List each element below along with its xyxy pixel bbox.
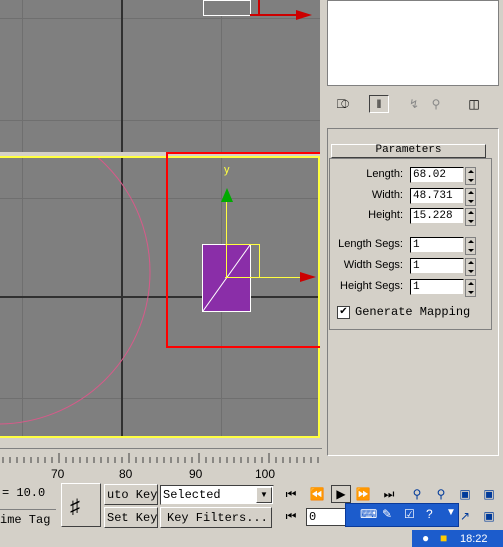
height-segs-field[interactable]: 1 (410, 279, 464, 295)
width-segs-label: Width Segs: (343, 259, 403, 271)
command-panel: ⎄ ‖ ↯ ⚲ ◫ Parameters Length: 68.02 Width… (320, 0, 503, 460)
language-bar: ⌨ ✎ ☑ ? ▼ (345, 503, 459, 527)
zoom-all-icon[interactable]: ⚲ (432, 486, 450, 502)
height-segs-spinner[interactable] (465, 279, 476, 297)
auto-key-label: uto Key (107, 488, 158, 502)
top-viewport[interactable] (0, 0, 320, 152)
time-ruler[interactable]: 70 80 90 100 (0, 448, 322, 483)
coord-readout: = 10.0 (2, 486, 46, 500)
selection-dropdown-value: Selected (163, 488, 221, 502)
key-icon: ♯ (70, 496, 80, 518)
panel-bottom-strip (322, 460, 503, 482)
ruler-tick-80: 80 (119, 467, 133, 481)
length-spinner[interactable] (465, 167, 476, 185)
system-tray: ● ■ 18:22 (412, 530, 503, 547)
length-label: Length: (366, 168, 403, 180)
taskbar-clock: 18:22 (460, 533, 488, 545)
time-tag-label: ime Tag (0, 513, 51, 527)
width-spinner[interactable] (465, 188, 476, 206)
zoom-icon[interactable]: ⚲ (408, 486, 426, 502)
maximize-viewport-icon[interactable]: ▣ (480, 508, 498, 524)
pen-icon[interactable]: ✎ (382, 507, 392, 521)
generate-mapping-checkbox[interactable]: ✔ (337, 306, 350, 319)
remove-modifier-icon[interactable]: ⚲ (427, 96, 445, 112)
go-to-end-icon[interactable]: ⏭ (380, 486, 398, 502)
length-segs-spinner[interactable] (465, 237, 476, 255)
parameters-rollout-header[interactable]: Parameters (331, 144, 486, 158)
panel-white-area (327, 0, 499, 86)
auto-key-button[interactable]: uto Key (104, 484, 158, 505)
height-segs-label: Height Segs: (340, 280, 403, 292)
ruler-tick-100: 100 (255, 467, 276, 481)
tray-app-icon[interactable]: ■ (440, 531, 447, 545)
play-icon[interactable]: ▶ (331, 485, 351, 503)
height-label: Height: (368, 209, 403, 221)
width-segs-field[interactable]: 1 (410, 258, 464, 274)
frame-field[interactable]: 0 (306, 508, 346, 526)
generate-mapping-label: Generate Mapping (355, 305, 471, 319)
length-segs-field[interactable]: 1 (410, 237, 464, 253)
width-label: Width: (371, 189, 403, 201)
network-icon[interactable]: ● (422, 531, 429, 545)
key-filters-label: Key Filters... (167, 511, 268, 525)
selection-dropdown[interactable]: Selected ▼ (160, 485, 274, 505)
key-mode-toggle-icon[interactable]: ⏮ (282, 508, 300, 524)
show-end-result-icon[interactable]: ‖ (369, 95, 389, 113)
go-to-start-icon[interactable]: ⏮ (282, 486, 300, 502)
key-filters-button[interactable]: Key Filters... (160, 507, 272, 528)
width-segs-spinner[interactable] (465, 258, 476, 276)
make-unique-icon[interactable]: ↯ (405, 96, 423, 112)
configure-sets-icon[interactable]: ◫ (465, 96, 483, 112)
next-frame-icon[interactable]: ⏩ (354, 486, 372, 502)
chevron-down-icon[interactable]: ▼ (256, 487, 272, 503)
length-field[interactable]: 68.02 (410, 167, 464, 183)
box-top-view[interactable] (203, 0, 251, 16)
width-field[interactable]: 48.731 (410, 188, 464, 204)
frame-value: 0 (309, 510, 317, 524)
pin-stack-icon[interactable]: ⎄ (334, 96, 352, 112)
ruler-tick-90: 90 (189, 467, 203, 481)
time-tag-button[interactable]: ime Tag (0, 509, 56, 530)
zoom-extents-all-icon[interactable]: ▣ (480, 486, 498, 502)
set-key-mode-button[interactable]: ♯ (61, 483, 101, 527)
height-field[interactable]: 15.228 (410, 208, 464, 224)
length-segs-label: Length Segs: (338, 238, 403, 250)
set-key-label: Set Key (107, 511, 158, 525)
height-spinner[interactable] (465, 208, 476, 226)
set-key-button[interactable]: Set Key (104, 507, 158, 528)
dictation-icon[interactable]: ☑ (404, 507, 415, 521)
ruler-tick-70: 70 (51, 467, 65, 481)
options-icon[interactable]: ▼ (446, 507, 456, 518)
help-icon[interactable]: ? (426, 507, 433, 521)
zoom-extents-icon[interactable]: ▣ (456, 486, 474, 502)
keyboard-icon[interactable]: ⌨ (360, 507, 377, 521)
previous-frame-icon[interactable]: ⏪ (308, 486, 326, 502)
